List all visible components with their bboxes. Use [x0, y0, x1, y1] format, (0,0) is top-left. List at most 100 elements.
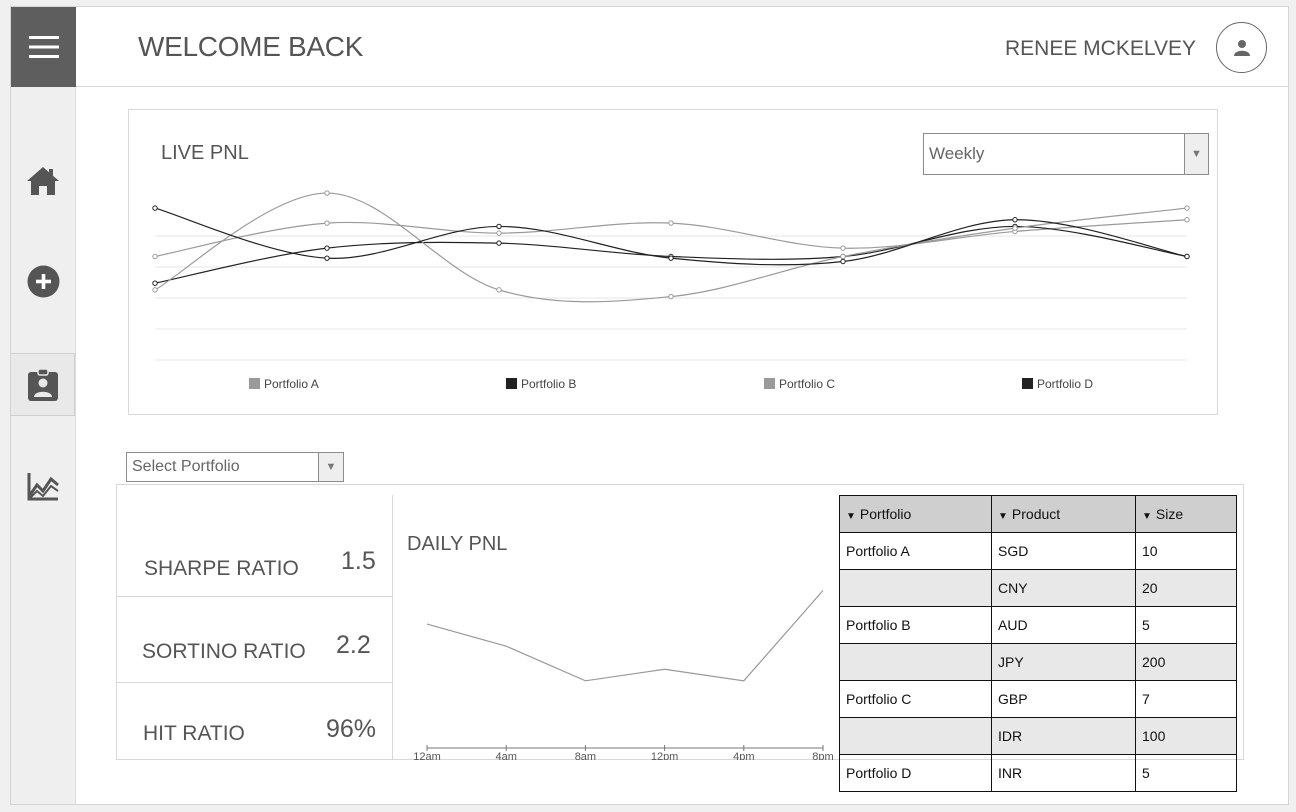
- cell-size: 20: [1135, 569, 1237, 607]
- x-tick-label: 4pm: [733, 751, 754, 760]
- data-point: [496, 287, 502, 293]
- sort-caret-icon: ▼: [846, 511, 856, 522]
- data-point: [668, 293, 674, 300]
- cell-product: AUD: [991, 606, 1136, 644]
- data-point: [1012, 217, 1018, 223]
- cell-product: INR: [991, 754, 1136, 792]
- sort-caret-icon: ▼: [1142, 511, 1152, 522]
- column-header-size[interactable]: ▼ Size: [1135, 495, 1237, 533]
- cell-size: 200: [1135, 643, 1237, 681]
- legend-label: Portfolio B: [521, 377, 576, 391]
- data-point: [1184, 205, 1190, 211]
- legend-swatch: [506, 378, 517, 389]
- table-row[interactable]: Portfolio D INR 5: [839, 754, 1237, 792]
- nav-add[interactable]: [11, 249, 75, 313]
- menu-button[interactable]: [11, 7, 76, 87]
- hamburger-icon: [28, 36, 59, 58]
- table-row[interactable]: Portfolio A SGD 10: [839, 532, 1237, 570]
- metric-label: HIT RATIO: [143, 722, 245, 745]
- nav-home[interactable]: [11, 149, 75, 213]
- x-tick-label: 12am: [413, 751, 441, 760]
- live-pnl-chart: Portfolio A Portfolio B Portfolio C Portfol…: [152, 190, 1190, 391]
- data-point: [1184, 217, 1190, 223]
- data-point: [1184, 253, 1190, 260]
- column-header-product[interactable]: ▼ Product: [991, 495, 1136, 533]
- line-chart-icon: [27, 473, 59, 501]
- home-icon: [27, 167, 59, 195]
- live-pnl-panel: LIVE PNL Weekly ▼ Portfolio A Portfolio B…: [128, 109, 1218, 415]
- table-row[interactable]: Portfolio C GBP 7: [839, 680, 1237, 718]
- legend-swatch: [1022, 378, 1033, 389]
- sidebar: [11, 7, 76, 804]
- cell-size: 100: [1135, 717, 1237, 755]
- data-point: [324, 220, 330, 226]
- legend-swatch: [249, 378, 260, 389]
- metric-value: 96%: [326, 715, 377, 743]
- x-tick-label: 8pm: [812, 751, 833, 760]
- metric-value: 1.5: [341, 547, 376, 575]
- cell-product: SGD: [991, 532, 1136, 570]
- table-header-row: ▼ Portfolio ▼ Product ▼ Size: [839, 495, 1237, 533]
- table-row[interactable]: IDR 100: [839, 717, 1237, 755]
- x-tick-label: 8am: [575, 751, 596, 760]
- daily-pnl-title: DAILY PNL: [407, 533, 508, 555]
- portfolio-select-value: Select Portfolio: [132, 458, 240, 475]
- data-point: [152, 205, 158, 211]
- positions-table: ▼ Portfolio ▼ Product ▼ Size Portfolio A SGD…: [839, 495, 1237, 792]
- avatar[interactable]: [1216, 22, 1267, 73]
- nav-analytics[interactable]: [11, 454, 75, 518]
- cell-product: GBP: [991, 680, 1136, 718]
- data-point: [496, 223, 502, 230]
- daily-pnl-line: [426, 590, 824, 682]
- daily-pnl-chart: 12am 4am 8am 12pm 4pm 8pm: [413, 590, 834, 760]
- table-row[interactable]: Portfolio B AUD 5: [839, 606, 1237, 644]
- cell-portfolio: Portfolio B: [839, 606, 992, 644]
- data-point: [496, 230, 502, 236]
- cell-portfolio: Portfolio C: [839, 680, 992, 718]
- cell-product: JPY: [991, 643, 1136, 681]
- metric-value: 2.2: [336, 631, 371, 659]
- data-point: [668, 220, 674, 226]
- nav-clipboard[interactable]: [11, 353, 75, 416]
- cell-size: 10: [1135, 532, 1237, 570]
- user-icon: [1233, 39, 1250, 56]
- cell-portfolio: [839, 717, 992, 755]
- cell-size: 5: [1135, 606, 1237, 644]
- data-point: [840, 253, 846, 260]
- cell-product: CNY: [991, 569, 1136, 607]
- data-point: [840, 245, 846, 251]
- data-point: [324, 255, 330, 261]
- data-point: [324, 190, 330, 196]
- legend-label: Portfolio A: [264, 377, 319, 391]
- data-point: [152, 253, 158, 260]
- table-row[interactable]: CNY 20: [839, 569, 1237, 607]
- data-point: [152, 280, 158, 286]
- metric-label: SORTINO RATIO: [142, 640, 306, 663]
- legend-swatch: [764, 378, 775, 389]
- user-name[interactable]: RENEE MCKELVEY: [1005, 37, 1196, 61]
- cell-portfolio: [839, 569, 992, 607]
- column-header-portfolio[interactable]: ▼ Portfolio: [839, 495, 992, 533]
- legend-label: Portfolio C: [779, 377, 835, 391]
- add-circle-icon: [27, 265, 59, 297]
- series-line-3: [154, 192, 1188, 303]
- cell-size: 5: [1135, 754, 1237, 792]
- top-bar: WELCOME BACK RENEE MCKELVEY: [76, 7, 1288, 87]
- x-tick-label: 4am: [495, 751, 516, 760]
- portfolio-select[interactable]: Select Portfolio ▼: [126, 452, 344, 482]
- data-point: [324, 245, 330, 251]
- clipboard-user-icon: [27, 367, 58, 401]
- cell-portfolio: Portfolio D: [839, 754, 992, 792]
- cell-portfolio: Portfolio A: [839, 532, 992, 570]
- cell-portfolio: [839, 643, 992, 681]
- data-point: [1012, 225, 1018, 231]
- data-point: [496, 240, 502, 246]
- data-point: [668, 255, 674, 261]
- cell-size: 7: [1135, 680, 1237, 718]
- legend-label: Portfolio D: [1037, 377, 1093, 391]
- x-tick-label: 12pm: [651, 751, 679, 760]
- data-point: [840, 258, 846, 265]
- page-title: WELCOME BACK: [138, 31, 364, 62]
- table-row[interactable]: JPY 200: [839, 643, 1237, 681]
- chevron-down-icon: ▼: [318, 453, 343, 481]
